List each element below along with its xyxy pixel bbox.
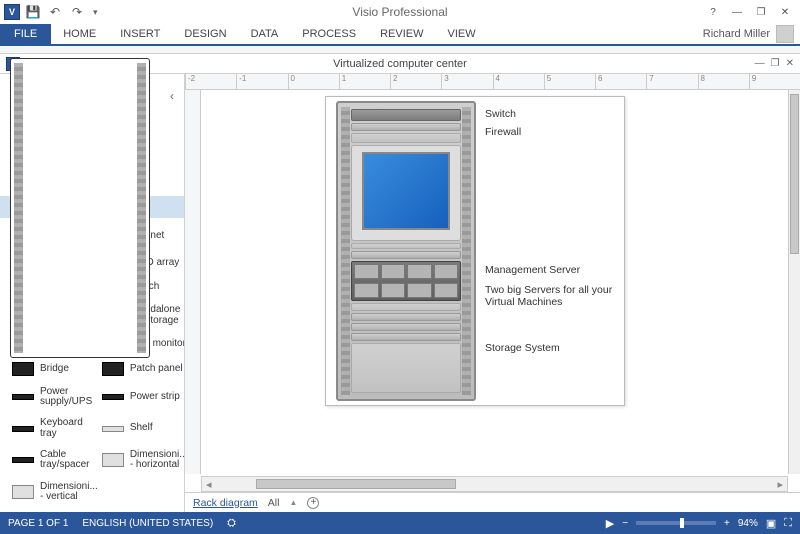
shape-item[interactable]: Keyboard tray (10, 415, 100, 442)
blank-panel[interactable] (351, 133, 461, 143)
shape-label: Bridge (40, 364, 69, 375)
sheet-arrow-icon[interactable]: ▲ (289, 498, 297, 507)
collapse-shapes-button[interactable]: ‹ (170, 89, 174, 103)
label-vm-servers[interactable]: Two big Servers for all your Virtual Mac… (485, 284, 625, 308)
fit-page-icon[interactable]: ▣ (766, 517, 776, 530)
doc-close-button[interactable]: ✕ (786, 58, 794, 69)
tab-data[interactable]: DATA (239, 24, 291, 44)
ruler-horizontal: -2-10123456789 (185, 74, 800, 90)
shape-icon (102, 453, 124, 467)
window-minimize-button[interactable]: — (726, 2, 748, 22)
shape-label: Patch panel (130, 364, 183, 375)
help-button[interactable]: ? (702, 2, 724, 22)
zoom-slider[interactable] (636, 521, 716, 525)
qat-save-button[interactable]: 💾 (24, 3, 42, 21)
qat-redo-button[interactable]: ↷ (68, 3, 86, 21)
shape-item[interactable]: Shelf (100, 420, 184, 437)
status-page[interactable]: PAGE 1 OF 1 (8, 518, 68, 529)
tab-view[interactable]: VIEW (435, 24, 487, 44)
shape-item[interactable]: Rack (10, 228, 100, 245)
ribbon-tabstrip: FILE HOME INSERT DESIGN DATA PROCESS REV… (0, 24, 800, 46)
doc-restore-button[interactable]: ❐ (771, 58, 780, 69)
horizontal-scrollbar[interactable]: ◂ ▸ (201, 476, 788, 492)
ribbon-body (0, 46, 800, 54)
zoom-level[interactable]: 94% (738, 518, 758, 529)
label-switch[interactable]: Switch (485, 108, 516, 120)
blank-panel[interactable] (351, 303, 461, 311)
storage-shape-1[interactable] (351, 313, 461, 321)
label-storage[interactable]: Storage System (485, 342, 560, 354)
presentation-mode-icon[interactable]: ▶ (606, 517, 614, 530)
zoom-out-button[interactable]: − (622, 518, 628, 529)
document-window: V Virtualized computer center — ❐ ✕ Shap… (0, 54, 800, 512)
shape-icon (12, 394, 34, 400)
shape-icon (10, 218, 150, 358)
shape-label: Dimensioni... - vertical (40, 482, 98, 503)
storage-shape-2[interactable] (351, 323, 461, 331)
shape-item[interactable]: Power supply/UPS (10, 384, 100, 411)
window-restore-button[interactable]: ❐ (750, 2, 772, 22)
vm-servers-shape[interactable] (351, 261, 461, 301)
stencil-grid: RackCabinetServerRAID arrayRouter 1Switc… (0, 218, 184, 512)
shape-icon (102, 426, 124, 432)
blank-panel[interactable] (351, 343, 461, 393)
qat-customize-button[interactable]: ▾ (90, 7, 101, 18)
full-screen-icon[interactable]: ⛶ (784, 517, 792, 530)
tab-design[interactable]: DESIGN (172, 24, 238, 44)
shape-icon (102, 394, 124, 400)
tab-insert[interactable]: INSERT (108, 24, 172, 44)
storage-shape-3[interactable] (351, 333, 461, 341)
vertical-scrollbar[interactable] (788, 90, 800, 474)
window-close-button[interactable]: ✕ (774, 2, 796, 22)
shape-item[interactable]: Cable tray/spacer (10, 447, 100, 474)
lcd-monitor-shape[interactable] (351, 145, 461, 241)
status-language[interactable]: ENGLISH (UNITED STATES) (82, 518, 213, 529)
shapes-pane: Shapes ‹ STENCILS | SEARCH More Shapes Q… (0, 74, 185, 512)
switch-shape[interactable] (351, 109, 461, 121)
canvas-area[interactable]: -2-10123456789 (185, 74, 800, 512)
user-name[interactable]: Richard Miller (703, 28, 770, 40)
tab-process[interactable]: PROCESS (290, 24, 368, 44)
management-server-shape[interactable] (351, 251, 461, 259)
shape-item[interactable]: Power strip (100, 389, 184, 406)
shape-label: Power strip (130, 392, 180, 403)
new-sheet-button[interactable]: + (307, 497, 319, 509)
shape-icon (12, 426, 34, 432)
sheet-tab-all[interactable]: All (268, 497, 280, 509)
shape-icon (12, 362, 34, 376)
statusbar: PAGE 1 OF 1 ENGLISH (UNITED STATES) ⛭ ▶ … (0, 512, 800, 534)
ruler-vertical (185, 90, 201, 474)
shape-label: Cable tray/spacer (40, 450, 98, 471)
drawing-page[interactable] (325, 96, 625, 406)
firewall-shape[interactable] (351, 123, 461, 131)
shape-icon (12, 457, 34, 463)
sheet-tab-rack[interactable]: Rack diagram (193, 497, 258, 509)
sheet-tabs: Rack diagram All ▲ + (185, 492, 800, 512)
shape-icon (12, 485, 34, 499)
macro-icon[interactable]: ⛭ (227, 517, 236, 530)
shape-item[interactable]: Patch panel (100, 359, 184, 379)
shape-item[interactable]: Dimensioni... - horizontal (100, 447, 184, 474)
shape-label: Dimensioni... - horizontal (130, 450, 184, 471)
avatar[interactable] (776, 25, 794, 43)
blank-panel[interactable] (351, 243, 461, 249)
shape-label: Power supply/UPS (40, 387, 98, 408)
shape-item[interactable]: Dimensioni... - vertical (10, 479, 100, 506)
rack-shape[interactable] (336, 101, 476, 401)
shape-icon (102, 362, 124, 376)
app-titlebar: V 💾 ↶ ↷ ▾ Visio Professional ? — ❐ ✕ (0, 0, 800, 24)
doc-minimize-button[interactable]: — (755, 58, 765, 69)
label-mgmt-server[interactable]: Management Server (485, 264, 580, 276)
tab-home[interactable]: HOME (51, 24, 108, 44)
tab-review[interactable]: REVIEW (368, 24, 435, 44)
app-title: Visio Professional (0, 5, 800, 19)
shape-label: Keyboard tray (40, 418, 98, 439)
qat-undo-button[interactable]: ↶ (46, 3, 64, 21)
zoom-in-button[interactable]: + (724, 518, 730, 529)
shape-label: Shelf (130, 423, 153, 434)
shape-item[interactable]: Bridge (10, 359, 100, 379)
app-icon: V (4, 4, 20, 20)
label-firewall[interactable]: Firewall (485, 126, 521, 138)
tab-file[interactable]: FILE (0, 24, 51, 44)
